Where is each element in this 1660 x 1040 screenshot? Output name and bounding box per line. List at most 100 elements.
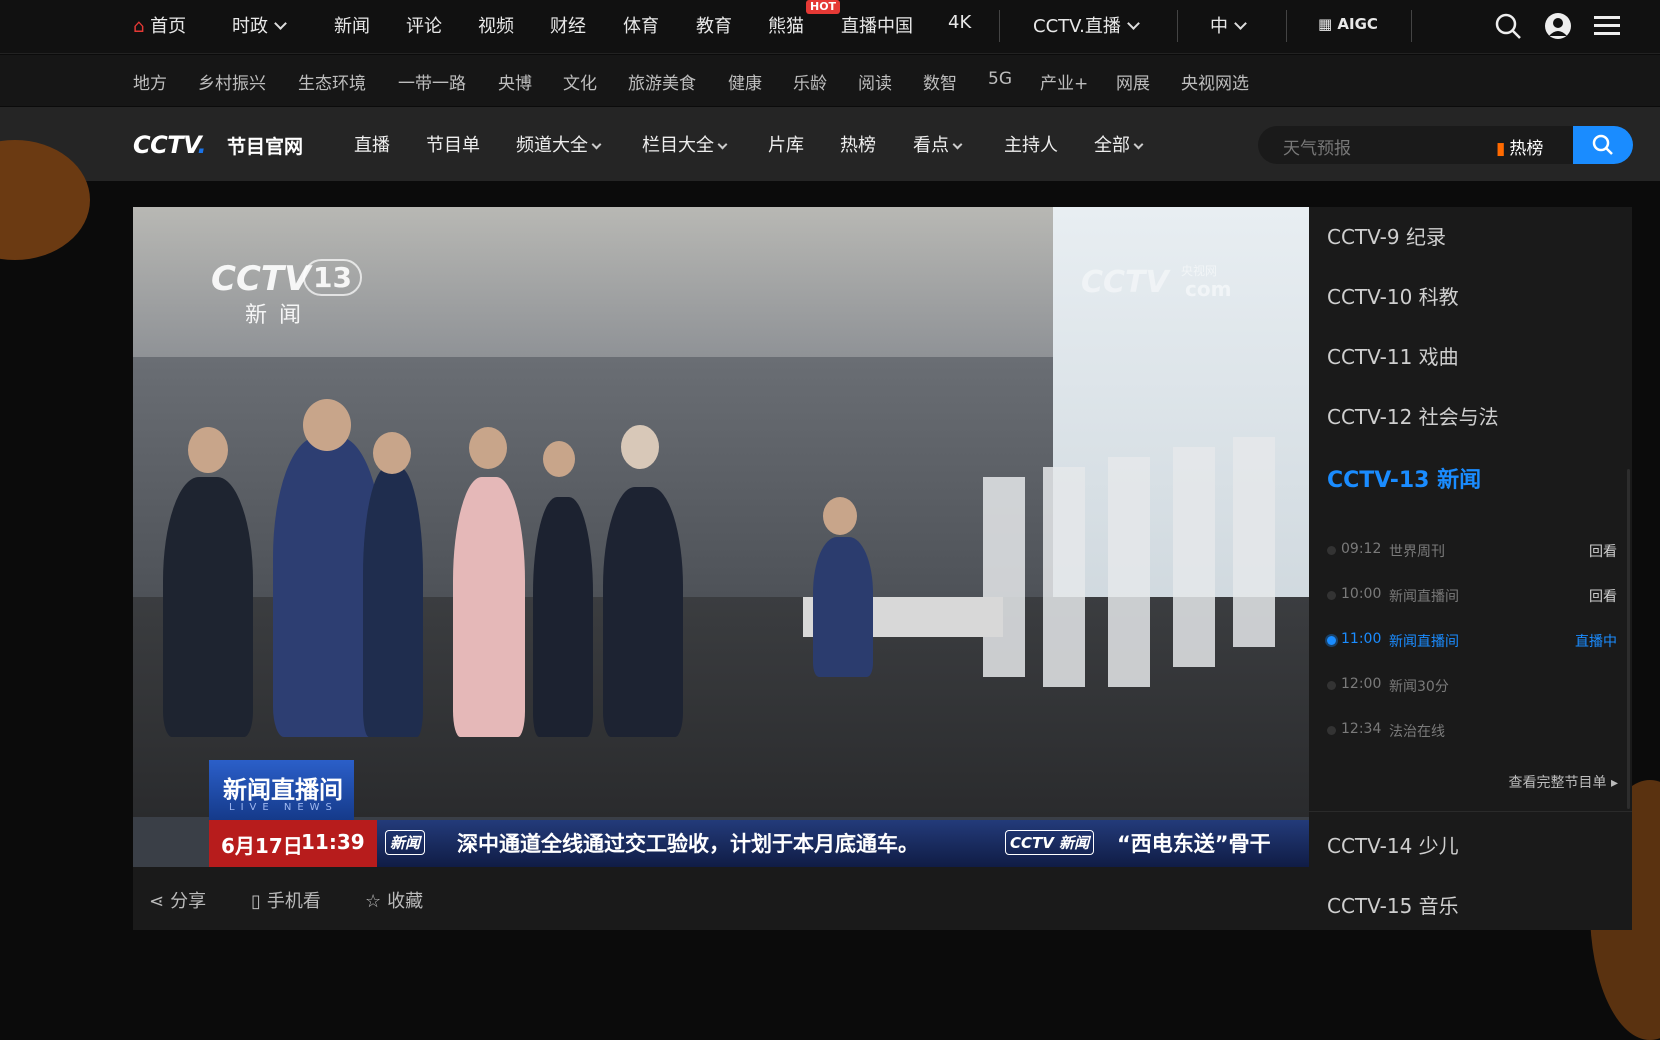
chevron-down-icon [1126, 17, 1140, 30]
video-frame-panel [1233, 437, 1275, 647]
nav-item-4k[interactable]: 4K [948, 12, 971, 33]
channel-number: 13 [303, 259, 362, 296]
subnav-item[interactable]: 产业+ [1040, 69, 1088, 94]
ticker-tag: CCTV 新闻 [1005, 830, 1095, 855]
program-item-live[interactable]: 11:00 新闻直播间 直播中 [1327, 629, 1617, 653]
chanbar-item-channels[interactable]: 频道大全 [516, 131, 602, 157]
subnav-item[interactable]: 阅读 [858, 69, 892, 94]
chanbar-item-highlights[interactable]: 看点 [913, 131, 963, 157]
video-frame-person [163, 477, 253, 737]
chanbar-item-all[interactable]: 全部 [1094, 131, 1144, 157]
ticker-text: 深中通道全线通过交工验收，计划于本月底通车。 [457, 832, 919, 856]
nav-item-live-china[interactable]: 直播中国 [841, 12, 913, 38]
nav-item-panda[interactable]: 熊猫 [768, 12, 804, 38]
mobile-watch-button[interactable]: ▯ 手机看 [251, 887, 321, 913]
chanbar-item-live[interactable]: 直播 [354, 131, 390, 157]
channel-item[interactable]: CCTV-14 少儿 [1327, 830, 1459, 859]
subnav-item[interactable]: 数智 [923, 69, 957, 94]
video-frame-person-head [303, 399, 351, 451]
aigc-link[interactable]: ▦ AIGC [1318, 15, 1378, 33]
video-frame-person-head [469, 427, 507, 469]
subnav-item[interactable]: 央视网选 [1181, 69, 1249, 94]
subnav-item[interactable]: 网展 [1116, 69, 1150, 94]
nav-item-sports[interactable]: 体育 [623, 12, 659, 38]
channel-name: 新闻 [245, 303, 314, 328]
star-icon: ☆ [365, 891, 382, 912]
full-schedule-link[interactable]: 查看完整节目单 ▸ [1509, 772, 1618, 792]
ticker-tag: 新闻 [385, 830, 426, 855]
channel-item[interactable]: CCTV-10 科教 [1327, 281, 1459, 310]
subnav-item[interactable]: 生态环境 [298, 69, 366, 94]
channel-item[interactable]: CCTV-15 音乐 [1327, 890, 1459, 919]
program-item[interactable]: 12:34 法治在线 [1327, 719, 1617, 743]
cctv-logo[interactable]: CCTV. [133, 131, 207, 159]
divider [1309, 811, 1632, 812]
nav-item-cctv-live[interactable]: CCTV.直播 [1033, 12, 1140, 38]
video-frame-person [453, 477, 525, 737]
chanbar-item-hot[interactable]: 热榜 [840, 131, 876, 157]
timeline-dot [1327, 546, 1336, 555]
chevron-down-icon [717, 139, 728, 150]
channel-logo: CCTV [211, 259, 311, 299]
subnav-item[interactable]: 央博 [498, 69, 532, 94]
chanbar-item-hosts[interactable]: 主持人 [1004, 131, 1058, 157]
favorite-button[interactable]: ☆ 收藏 [365, 887, 423, 913]
nav-item-politics[interactable]: 时政 [232, 12, 287, 38]
user-icon[interactable] [1544, 12, 1572, 40]
video-frame-person [813, 537, 873, 677]
scrollbar[interactable] [1627, 469, 1630, 809]
nav-home[interactable]: ⌂ 首页 [133, 12, 186, 38]
home-icon: ⌂ [133, 16, 145, 37]
program-item[interactable]: 09:12 世界周刊 回看 [1327, 539, 1617, 563]
language-select[interactable]: 中 [1210, 12, 1247, 38]
subnav-item[interactable]: 文化 [563, 69, 597, 94]
nav-item-finance[interactable]: 财经 [550, 12, 586, 38]
watermark-logo: CCTV [1081, 265, 1169, 300]
subnav-item[interactable]: 乡村振兴 [198, 69, 266, 94]
chanbar-item-columns[interactable]: 栏目大全 [642, 131, 728, 157]
phone-icon: ▯ [251, 891, 261, 912]
channel-item[interactable]: CCTV-11 戏曲 [1327, 341, 1459, 370]
channel-item-active[interactable]: CCTV-13 新闻 [1327, 462, 1481, 494]
channel-item[interactable]: CCTV-9 纪录 [1327, 221, 1446, 250]
share-button[interactable]: ⋖ 分享 [149, 887, 206, 913]
menu-icon[interactable] [1594, 14, 1620, 38]
logo-subtitle: 节目官网 [227, 136, 304, 158]
channel-item[interactable]: CCTV-12 社会与法 [1327, 401, 1499, 430]
nav-item-education[interactable]: 教育 [696, 12, 732, 38]
subnav-item[interactable]: 一带一路 [398, 69, 466, 94]
nav-item-video[interactable]: 视频 [478, 12, 514, 38]
timeline-dot [1327, 681, 1336, 690]
search-input[interactable]: 天气预报 [1283, 134, 1351, 159]
video-frame-panel [983, 477, 1025, 677]
search-icon[interactable] [1494, 12, 1522, 40]
program-item[interactable]: 10:00 新闻直播间 回看 [1327, 584, 1617, 608]
action-bar: ⋖ 分享 ▯ 手机看 ☆ 收藏 [133, 867, 1309, 930]
nav-item-comment[interactable]: 评论 [406, 12, 442, 38]
news-ticker: 新闻 深中通道全线通过交工验收，计划于本月底通车。 CCTV 新闻 “西电东送”… [377, 820, 1309, 867]
chanbar-item-library[interactable]: 片库 [768, 131, 804, 157]
sub-nav: 地方 乡村振兴 生态环境 一带一路 央博 文化 旅游美食 健康 乐龄 阅读 数智… [0, 55, 1660, 106]
video-frame-person-head [373, 432, 411, 474]
subnav-item[interactable]: 健康 [728, 69, 762, 94]
search-box[interactable]: 天气预报 ▮ 热榜 [1258, 126, 1633, 164]
hot-rank-link[interactable]: ▮ 热榜 [1496, 134, 1543, 159]
video-frame-person-head [823, 497, 857, 535]
program-item[interactable]: 12:00 新闻30分 [1327, 674, 1617, 698]
replay-link[interactable]: 回看 [1589, 541, 1617, 561]
chevron-down-icon [1133, 139, 1144, 150]
replay-link[interactable]: 回看 [1589, 586, 1617, 606]
search-button[interactable] [1573, 126, 1633, 164]
top-nav: ⌂ 首页 时政 新闻 评论 视频 财经 体育 教育 熊猫 HOT 直播中国 4K… [0, 0, 1660, 54]
subnav-item[interactable]: 旅游美食 [628, 69, 696, 94]
subnav-item[interactable]: 地方 [133, 69, 167, 94]
hot-badge: HOT [806, 0, 841, 14]
channel-sidebar: CCTV-9 纪录 CCTV-10 科教 CCTV-11 戏曲 CCTV-12 … [1309, 207, 1632, 930]
chanbar-item-schedule[interactable]: 节目单 [426, 131, 480, 157]
subnav-item[interactable]: 5G [988, 69, 1012, 89]
divider [1177, 10, 1178, 42]
subnav-item[interactable]: 乐龄 [793, 69, 827, 94]
video-player[interactable]: CCTV 13 新闻 CCTV 央视网 com 新闻直播间 LIVE NEWS … [133, 207, 1309, 867]
divider [1286, 10, 1287, 42]
nav-item-news[interactable]: 新闻 [334, 12, 370, 38]
